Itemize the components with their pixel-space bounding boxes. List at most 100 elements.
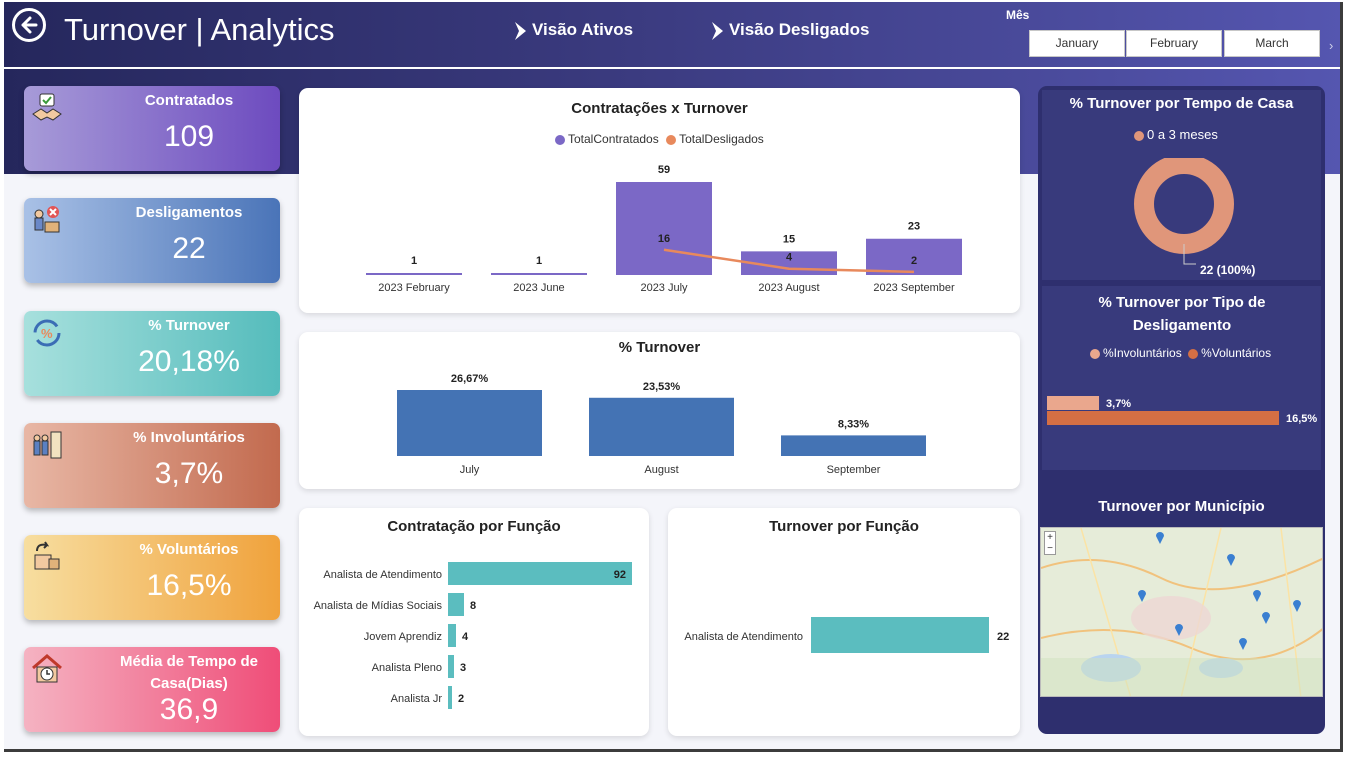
- percent-cycle-icon: %: [33, 319, 61, 347]
- nav-label: Visão Ativos: [532, 20, 634, 39]
- kpi-label: Média de Tempo de Casa(Dias): [119, 653, 259, 692]
- bar-data-label: 8,33%: [838, 418, 869, 430]
- bar-data-label: 16,5%: [1286, 413, 1317, 425]
- tempo-casa-section: % Turnover por Tempo de Casa 0 a 3 meses…: [1042, 90, 1321, 280]
- line-data-label: 16: [658, 233, 670, 245]
- legend-label: %Voluntários: [1201, 346, 1272, 360]
- bar-data-label: 1: [536, 255, 542, 267]
- bar-data-label: 23: [908, 221, 920, 233]
- zoom-in-button[interactable]: +: [1045, 532, 1055, 543]
- bar-data-label: 15: [783, 233, 795, 245]
- chevron-right-icon: [712, 21, 723, 40]
- people-exit-icon: [33, 431, 62, 459]
- legend-label: 0 a 3 meses: [1147, 127, 1218, 142]
- bar-data-label: 59: [658, 164, 670, 176]
- handshake-icon: [32, 93, 62, 121]
- legend-dot-0a3: [1134, 130, 1144, 141]
- bar-tipo-desligamento: [1047, 411, 1279, 425]
- turnover-bar-plot: 26,67% July 23,53% August 8,33% September: [397, 373, 926, 476]
- bar-turnover: [781, 435, 926, 456]
- kpi-voluntarios: % Voluntários 16,5%: [24, 535, 280, 620]
- month-option-january[interactable]: January: [1029, 30, 1125, 57]
- kpi-turnover: % % Turnover 20,18%: [24, 311, 280, 396]
- kpi-value: 22: [172, 232, 206, 265]
- kpi-value: 16,5%: [146, 569, 232, 602]
- bar-data-label: 1: [411, 255, 417, 267]
- bar-data-label: 2: [458, 693, 464, 705]
- x-tick-label: 2023 July: [640, 282, 688, 294]
- kpi-desligamentos: Desligamentos 22: [24, 198, 280, 283]
- zoom-out-button[interactable]: −: [1045, 543, 1055, 554]
- bar-tipo-desligamento: [1047, 396, 1100, 410]
- bar-funcao: [448, 655, 454, 678]
- back-arrow-icon[interactable]: [12, 8, 46, 42]
- donut-slice-0a3: [1134, 158, 1234, 254]
- dismissal-box-icon: [34, 206, 60, 233]
- slicer-scroll-right-icon[interactable]: ›: [1329, 38, 1333, 53]
- function-bar-plot: Analista de Atendimento 92 Analista de Míd…: [314, 562, 632, 709]
- nav-visao-ativos[interactable]: Visão Ativos: [512, 20, 633, 41]
- chart-contratacoes-turnover: Contratações x Turnover TotalContratados…: [299, 88, 1020, 313]
- donut-data-label: 22 (100%): [1200, 263, 1256, 277]
- map-title: Turnover por Município: [1098, 498, 1265, 515]
- combo-chart-plot: 1 2023 February 1 2023 June 59 2023 July 15 202…: [366, 164, 962, 294]
- bar-funcao: [448, 562, 632, 585]
- tipo-bar-plot: 3,7% 16,5%: [1047, 396, 1317, 425]
- chart-percent-turnover: % Turnover 26,67% July 23,53% August 8,33% Se…: [299, 332, 1020, 489]
- legend-dot-voluntarios: [1188, 348, 1199, 359]
- kpi-value: 3,7%: [154, 457, 224, 490]
- x-tick-label: July: [460, 464, 480, 476]
- exit-door-icon: [34, 541, 60, 570]
- bar-data-label: 92: [614, 569, 626, 581]
- x-tick-label: August: [644, 464, 678, 476]
- x-tick-label: 2023 September: [873, 282, 955, 294]
- bar-funcao: [448, 686, 452, 709]
- bar-data-label: 26,67%: [451, 373, 489, 385]
- month-option-march[interactable]: March: [1224, 30, 1320, 57]
- nav-visao-desligados[interactable]: Visão Desligados: [709, 20, 869, 41]
- donut-chart: [1134, 158, 1234, 265]
- bar-data-label: 3,7%: [1106, 398, 1131, 410]
- kpi-involuntarios: % Involuntários 3,7%: [24, 423, 280, 508]
- tipo-legend: %Involuntários %Voluntários: [1090, 346, 1271, 360]
- chart-contratacao-funcao: Contratação por Função Analista de Atend…: [299, 508, 649, 736]
- dashboard: Turnover | Analytics Visão Ativos Visão …: [4, 2, 1343, 752]
- svg-text:%: %: [41, 326, 53, 341]
- bar-data-label: 8: [470, 600, 476, 612]
- y-tick-label: Analista de Mídias Sociais: [314, 600, 443, 612]
- kpi-value: 109: [163, 120, 215, 153]
- kpi-value: 36,9: [159, 693, 219, 726]
- house-clock-icon: [32, 654, 62, 683]
- chart-turnover-funcao: Turnover por Função Analista de Atendime…: [668, 508, 1020, 736]
- map-tiles: [1041, 528, 1322, 696]
- bar-data-label: 22: [997, 631, 1009, 643]
- month-option-february[interactable]: February: [1126, 30, 1222, 57]
- y-tick-label: Jovem Aprendiz: [364, 631, 442, 643]
- bar-funcao: [448, 624, 456, 647]
- bar-data-label: 3: [460, 662, 466, 674]
- legend-label: %Involuntários: [1103, 346, 1182, 360]
- map-zoom-controls: + −: [1044, 531, 1056, 555]
- y-tick-label: Analista de Atendimento: [684, 631, 803, 643]
- bar-turnover-funcao: [811, 617, 989, 653]
- x-tick-label: 2023 June: [513, 282, 564, 294]
- month-slicer-label: Mês: [1006, 8, 1030, 22]
- kpi-label: % Involuntários: [133, 429, 245, 446]
- kpi-label: % Voluntários: [139, 541, 239, 558]
- kpi-label: Desligamentos: [135, 204, 243, 221]
- page-title: Turnover | Analytics: [64, 12, 335, 47]
- y-tick-label: Analista Jr: [391, 693, 443, 705]
- y-tick-label: Analista de Atendimento: [323, 569, 442, 581]
- tipo-desligamento-section: % Turnover por Tipo de Desligamento %Inv…: [1042, 286, 1321, 470]
- bar-turnover: [589, 397, 734, 456]
- bar-contratados: [491, 273, 587, 275]
- bar-contratados: [366, 273, 462, 275]
- chevron-right-icon: [515, 21, 526, 40]
- x-tick-label: 2023 August: [758, 282, 819, 294]
- kpi-media-tempo-casa: Média de Tempo de Casa(Dias) 36,9: [24, 647, 280, 732]
- kpi-label: % Turnover: [148, 317, 230, 334]
- chart-title: % Turnover por Tipo de Desligamento: [1098, 294, 1266, 334]
- x-tick-label: 2023 February: [378, 282, 450, 294]
- kpi-value: 20,18%: [138, 345, 240, 378]
- municipio-map[interactable]: + −: [1040, 527, 1323, 697]
